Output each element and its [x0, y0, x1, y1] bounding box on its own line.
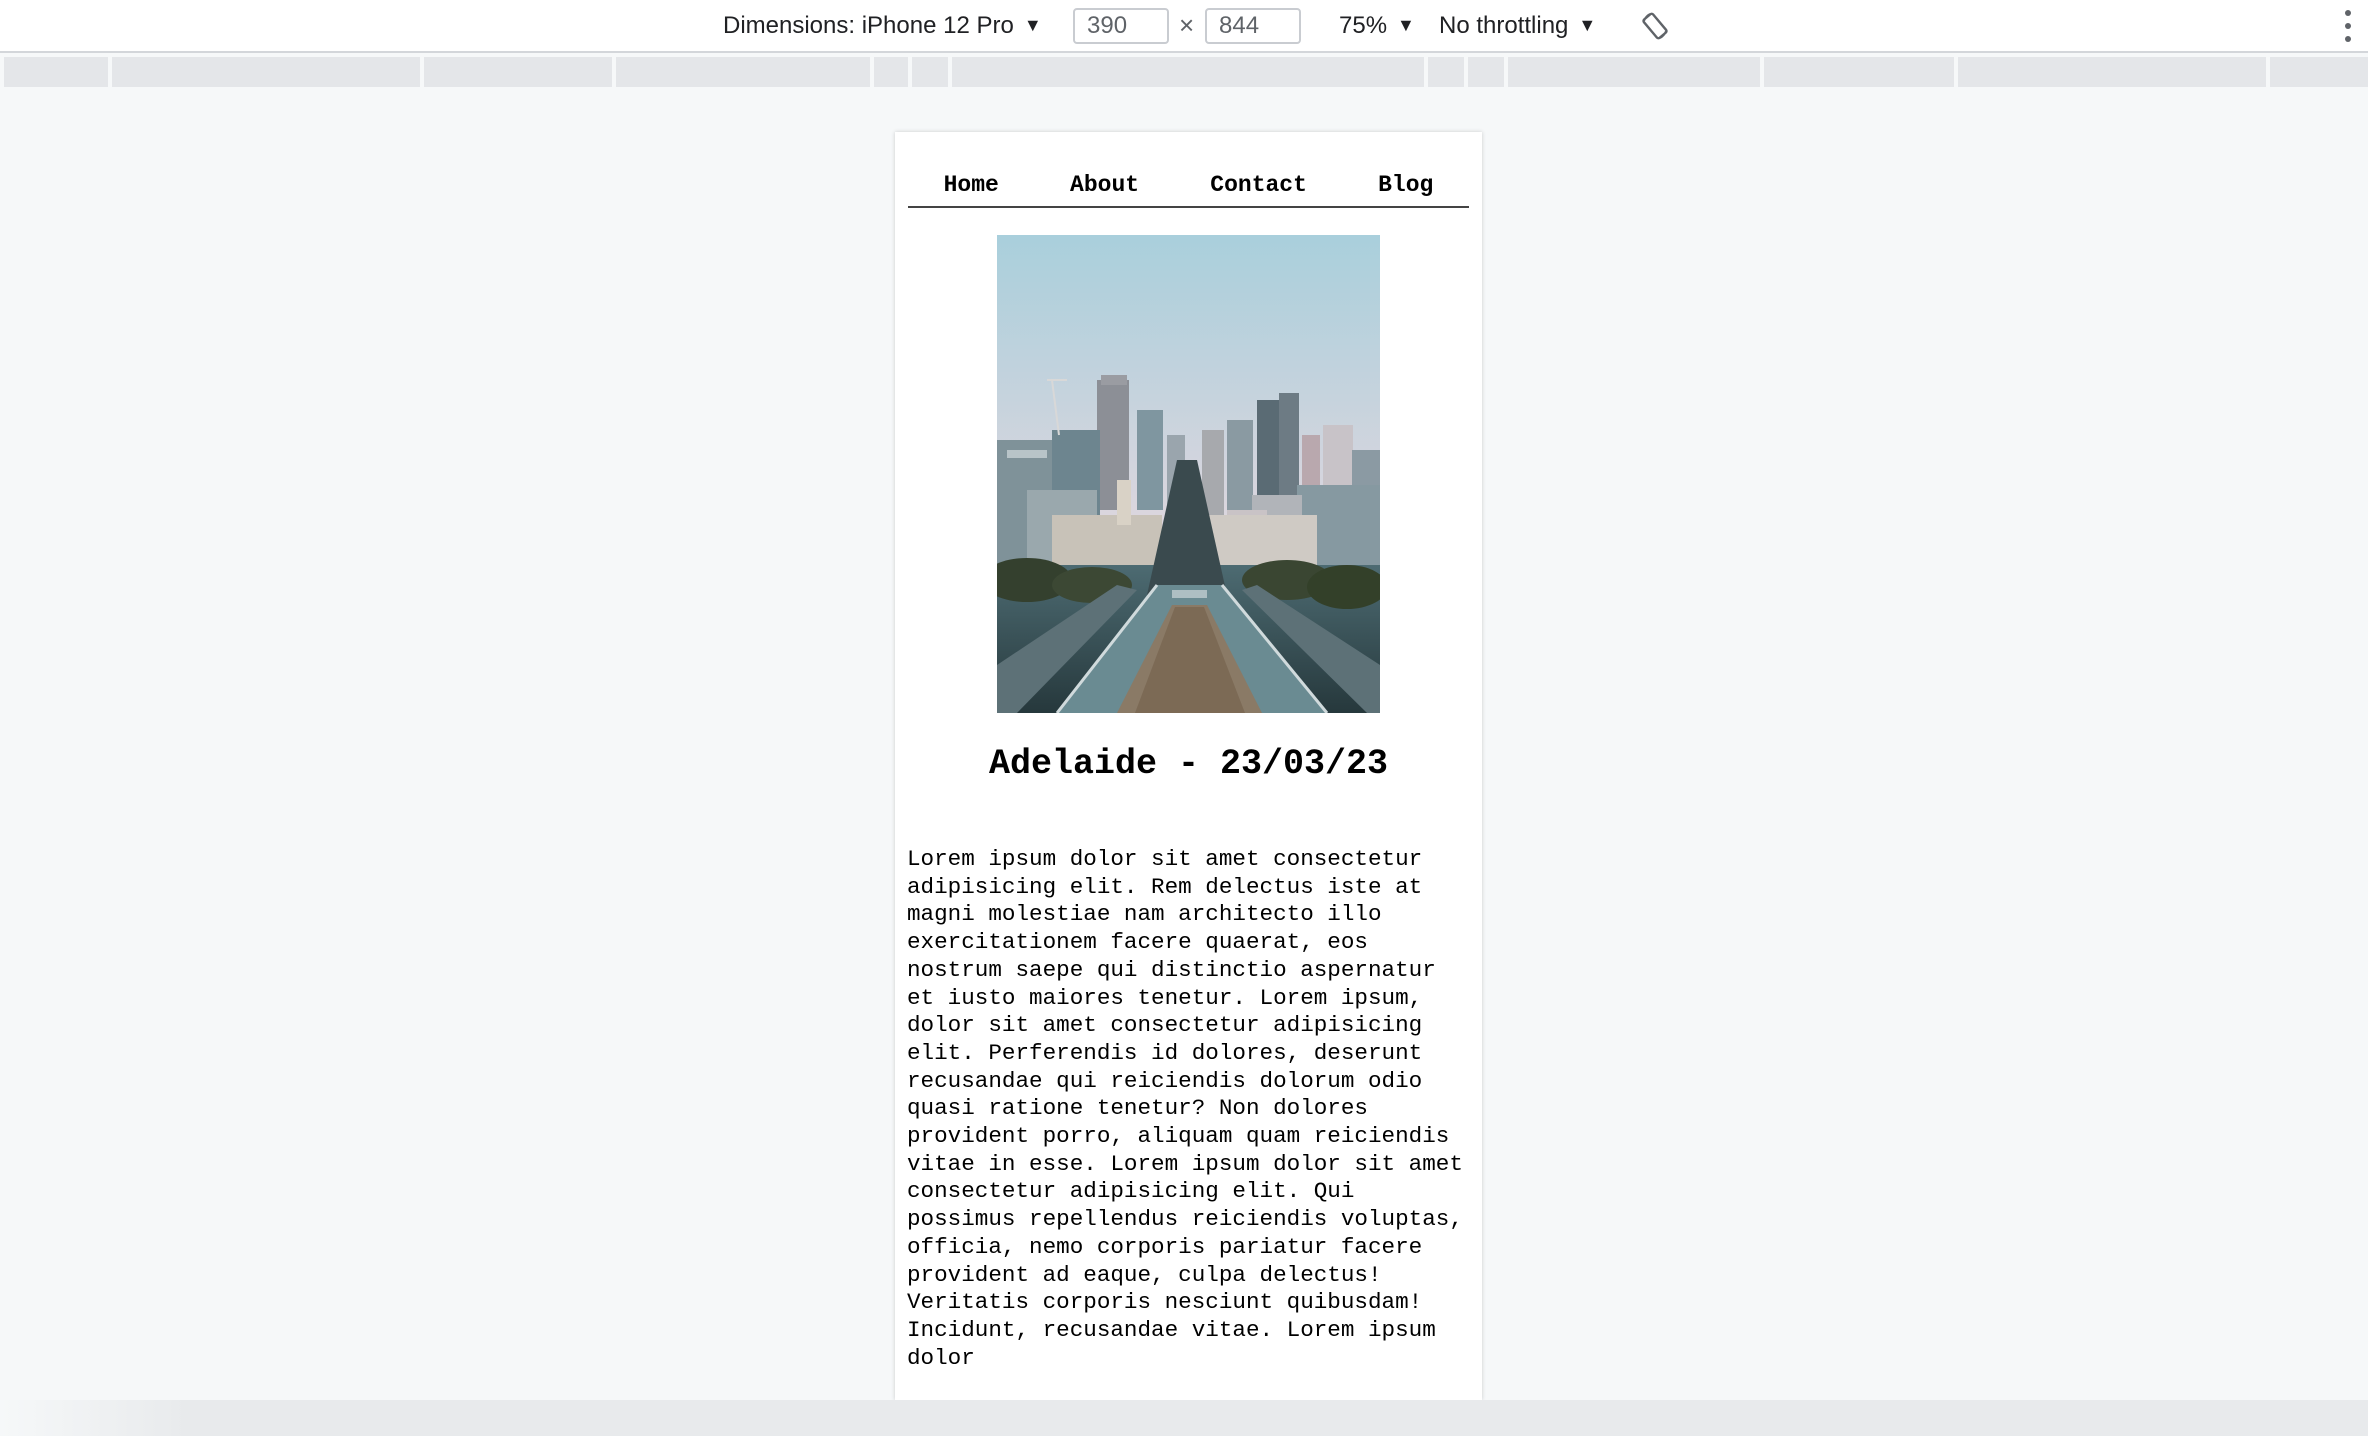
rotate-device-icon[interactable]: [1640, 0, 1670, 51]
media-query-segment[interactable]: [616, 57, 870, 87]
viewport-height-input[interactable]: 844: [1205, 7, 1301, 44]
throttling-dropdown[interactable]: No throttling ▼: [1439, 0, 1596, 51]
media-query-segment[interactable]: [1468, 57, 1504, 87]
throttling-label: No throttling: [1439, 11, 1569, 39]
nav-link-home[interactable]: Home: [944, 172, 999, 198]
media-query-bar: [0, 53, 2368, 89]
media-query-segment[interactable]: [1958, 57, 2266, 87]
media-query-segment[interactable]: [1508, 57, 1760, 87]
nav-link-contact[interactable]: Contact: [1210, 172, 1307, 198]
chevron-down-icon: ▼: [1578, 15, 1597, 35]
media-query-segment[interactable]: [1428, 57, 1464, 87]
media-query-segment[interactable]: [952, 57, 1424, 87]
viewport-width-input[interactable]: 390: [1073, 7, 1169, 44]
device-viewport: Home About Contact Blog Adelaide - 23/03…: [895, 132, 1482, 1400]
devtools-device-toolbar: Dimensions: iPhone 12 Pro ▼ 390 × 844 75…: [0, 0, 2368, 53]
media-query-segment[interactable]: [2270, 57, 2368, 87]
nav-link-blog[interactable]: Blog: [1378, 172, 1433, 198]
zoom-label: 75%: [1339, 11, 1388, 39]
media-query-segment[interactable]: [1764, 57, 1954, 87]
devtools-bottom-edge: [0, 1400, 2368, 1436]
city-photo: [997, 235, 1380, 713]
media-query-segment[interactable]: [912, 57, 948, 87]
chevron-down-icon: ▼: [1023, 15, 1042, 35]
zoom-dropdown[interactable]: 75% ▼: [1339, 0, 1415, 51]
device-dimensions-label: Dimensions: iPhone 12 Pro: [723, 11, 1014, 39]
media-query-segment[interactable]: [424, 57, 612, 87]
more-options-icon[interactable]: [2344, 10, 2352, 42]
media-query-segment[interactable]: [112, 57, 420, 87]
device-dimensions-dropdown[interactable]: Dimensions: iPhone 12 Pro ▼: [723, 0, 1042, 51]
post-body-text: Lorem ipsum dolor sit amet consectetur a…: [907, 846, 1463, 1371]
media-query-segment[interactable]: [874, 57, 908, 87]
main-nav: Home About Contact Blog: [908, 172, 1469, 208]
media-query-segment[interactable]: [4, 57, 108, 87]
chevron-down-icon: ▼: [1397, 15, 1415, 35]
times-icon: ×: [1179, 10, 1195, 40]
nav-link-about[interactable]: About: [1070, 172, 1139, 198]
post-title: Adelaide - 23/03/23: [988, 744, 1389, 784]
